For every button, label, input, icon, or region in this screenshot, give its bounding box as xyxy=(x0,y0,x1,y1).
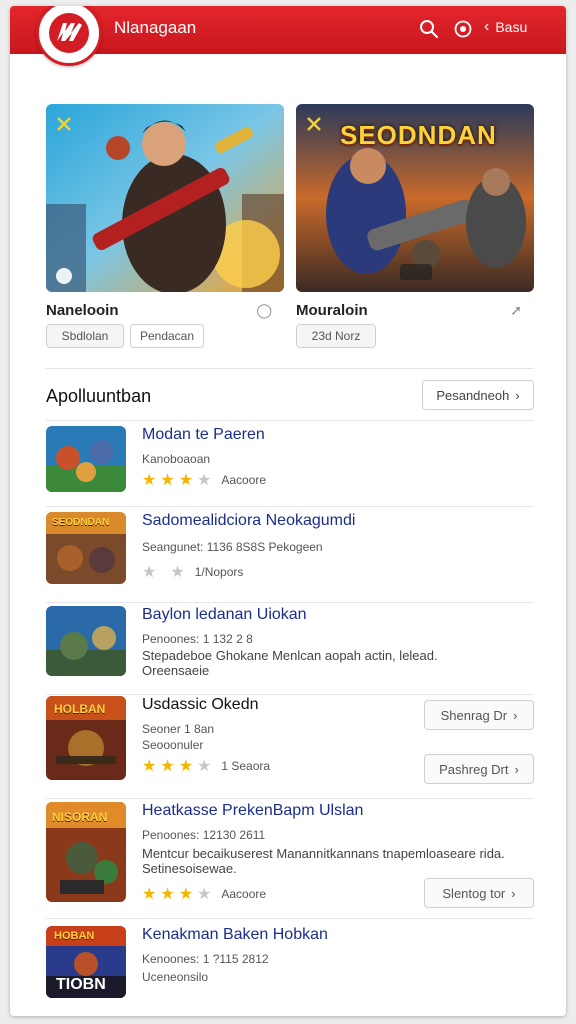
rating-label: Aacoore xyxy=(221,887,267,901)
star-icon: ★ xyxy=(197,758,212,775)
list-item-thumbnail[interactable]: NISORAN xyxy=(46,802,126,902)
star-icon: ★ xyxy=(178,886,194,903)
chevron-right-icon: › xyxy=(511,885,516,901)
action-label: Pashreg Drt xyxy=(439,761,509,777)
list-item[interactable]: HOBAN TIOBN Kenakman Baken Hobkan Kenoon… xyxy=(46,926,534,1006)
star-icon: ★ xyxy=(160,472,175,489)
star-icon: ★ xyxy=(170,564,185,581)
star-icon: ★ xyxy=(142,758,157,775)
app-window: Nlanagaan ‹ Basu Nanelooin ◯ Sbdlolan Pe… xyxy=(10,6,566,1016)
list-item-subtitle: Kanoboaoan xyxy=(142,452,211,466)
list-item-subtitle-2: Uceneonsilo xyxy=(142,970,209,984)
divider xyxy=(46,506,534,507)
list-item-title[interactable]: Kenakman Baken Hobkan xyxy=(142,926,328,944)
section-button[interactable]: Pesandneoh › xyxy=(422,380,534,410)
featured-name-1: Nanelooin xyxy=(46,302,119,319)
rating-label: Aacoore xyxy=(221,473,267,487)
divider xyxy=(46,694,534,695)
rating-label: 1 Seaora xyxy=(221,759,271,773)
star-icon: ★ xyxy=(142,886,157,903)
edit-icon[interactable]: ◯ xyxy=(256,302,272,319)
app-title: Nlanagaan xyxy=(114,18,197,37)
chevron-right-icon: › xyxy=(514,761,519,777)
globe-icon[interactable] xyxy=(450,16,476,42)
back-button[interactable]: ‹ Basu xyxy=(484,18,527,36)
list-item-title[interactable]: Heatkasse PrekenBapm Ulslan xyxy=(142,802,363,820)
featured-name-2: Mouraloin xyxy=(296,302,368,319)
list-item[interactable]: SEODNDAN Sadomealidciora Neokagumdi Sean… xyxy=(46,512,534,594)
chevron-right-icon: › xyxy=(515,387,520,403)
featured-card-1[interactable]: Nanelooin ◯ Sbdlolan Pendacan xyxy=(46,104,284,348)
list-item[interactable]: NISORAN Heatkasse PrekenBapm Ulslan Peno… xyxy=(46,802,534,912)
list-item[interactable]: Baylon ledanan Uiokan Penoones: 1 132 2 … xyxy=(46,606,534,686)
star-icon: ★ xyxy=(160,758,175,775)
divider xyxy=(46,602,534,603)
list-item-subtitle: Penoones: 1 132 2 8 xyxy=(142,632,253,646)
list-item-thumbnail[interactable] xyxy=(46,426,126,492)
list-item-thumbnail[interactable] xyxy=(46,606,126,676)
list-item-title[interactable]: Sadomealidciora Neokagumdi xyxy=(142,512,355,530)
section-button-label: Pesandneoh xyxy=(436,387,510,403)
list-item-title[interactable]: Baylon ledanan Uiokan xyxy=(142,606,307,624)
list-item-thumbnail[interactable]: HOLBAN xyxy=(46,696,126,780)
featured-card-2[interactable]: SEODNDAN Mouraloin ➚ 23d Norz xyxy=(296,104,534,348)
star-icon: ★ xyxy=(197,886,212,903)
edit-icon[interactable]: ➚ xyxy=(510,302,522,319)
divider xyxy=(46,368,534,369)
star-icon: ★ xyxy=(160,886,175,903)
back-label: Basu xyxy=(495,19,528,35)
divider xyxy=(46,918,534,919)
rating-stars: ★ ★ ★ ★ Aacoore xyxy=(142,884,266,904)
list-item-subtitle: Seangunet: 1136 8S8S Pekogeen xyxy=(142,540,323,554)
rating-label: 1/Nopors xyxy=(194,565,244,579)
list-item-thumb-text: SEODNDAN xyxy=(52,517,110,528)
rating-stars: ★ ★ ★ ★ 1 Seaora xyxy=(142,756,270,776)
list-item-title[interactable]: Usdassic Okedn xyxy=(142,696,259,714)
action-label: Slentog tor xyxy=(442,885,506,901)
search-icon[interactable] xyxy=(416,16,442,42)
star-icon: ★ xyxy=(178,472,194,489)
featured-chip-1a[interactable]: Sbdlolan xyxy=(46,324,124,348)
list-item-thumbnail[interactable]: HOBAN TIOBN xyxy=(46,926,126,998)
list-item-thumb-text: HOLBAN xyxy=(54,702,106,716)
list-item-thumb-text: HOBAN xyxy=(54,930,95,942)
list-item-subtitle: Kenoones: 1 ?115 2812 xyxy=(142,952,269,966)
section-title: Apolluuntban xyxy=(46,386,152,406)
rating-stars: ★ ★ ★ ★ Aacoore xyxy=(142,470,266,490)
list-item[interactable]: Modan te Paeren Kanoboaoan ★ ★ ★ ★ Aacoo… xyxy=(46,426,534,498)
featured-chip-2a[interactable]: 23d Norz xyxy=(296,324,376,348)
app-logo[interactable] xyxy=(36,6,102,66)
list-item-thumb-text-2: TIOBN xyxy=(56,976,106,993)
list-item-thumbnail[interactable]: SEODNDAN xyxy=(46,512,126,584)
divider xyxy=(46,798,534,799)
featured-chip-1b[interactable]: Pendacan xyxy=(130,324,204,348)
chevron-left-icon: ‹ xyxy=(484,18,490,35)
list-item-subtitle: Penoones: 12130 2611 xyxy=(142,828,266,842)
list-item-subtitle-2: Seooonuler xyxy=(142,738,204,752)
list-item-subtitle: Seoner 1 8an xyxy=(142,722,215,736)
list-item-description: Mentcur becaikuserest Manannitkannans tn… xyxy=(142,846,505,876)
star-icon: ★ xyxy=(142,472,157,489)
featured-art-1[interactable] xyxy=(46,104,284,292)
action-button[interactable]: Pashreg Drt › xyxy=(424,754,534,784)
star-icon: ★ xyxy=(142,564,157,581)
featured-badge-2: SEODNDAN xyxy=(340,120,497,150)
list-item[interactable]: HOLBAN Usdassic Okedn Seoner 1 8an Seooo… xyxy=(46,696,534,792)
star-icon: ★ xyxy=(178,758,194,775)
star-icon: ★ xyxy=(197,472,212,489)
divider xyxy=(46,420,534,421)
action-label: Shenrag Dr xyxy=(440,707,508,723)
action-button[interactable]: Shenrag Dr › xyxy=(424,700,534,730)
rating-stars: ★ ★ 1/Nopors xyxy=(142,562,243,582)
chevron-right-icon: › xyxy=(513,707,518,723)
featured-art-2[interactable]: SEODNDAN xyxy=(296,104,534,292)
action-button[interactable]: Slentog tor › xyxy=(424,878,534,908)
list-item-title[interactable]: Modan te Paeren xyxy=(142,426,265,444)
list-item-description: Stepadeboe Ghokane Menlcan aopah actin, … xyxy=(142,648,438,678)
list-item-thumb-text: NISORAN xyxy=(52,810,108,824)
